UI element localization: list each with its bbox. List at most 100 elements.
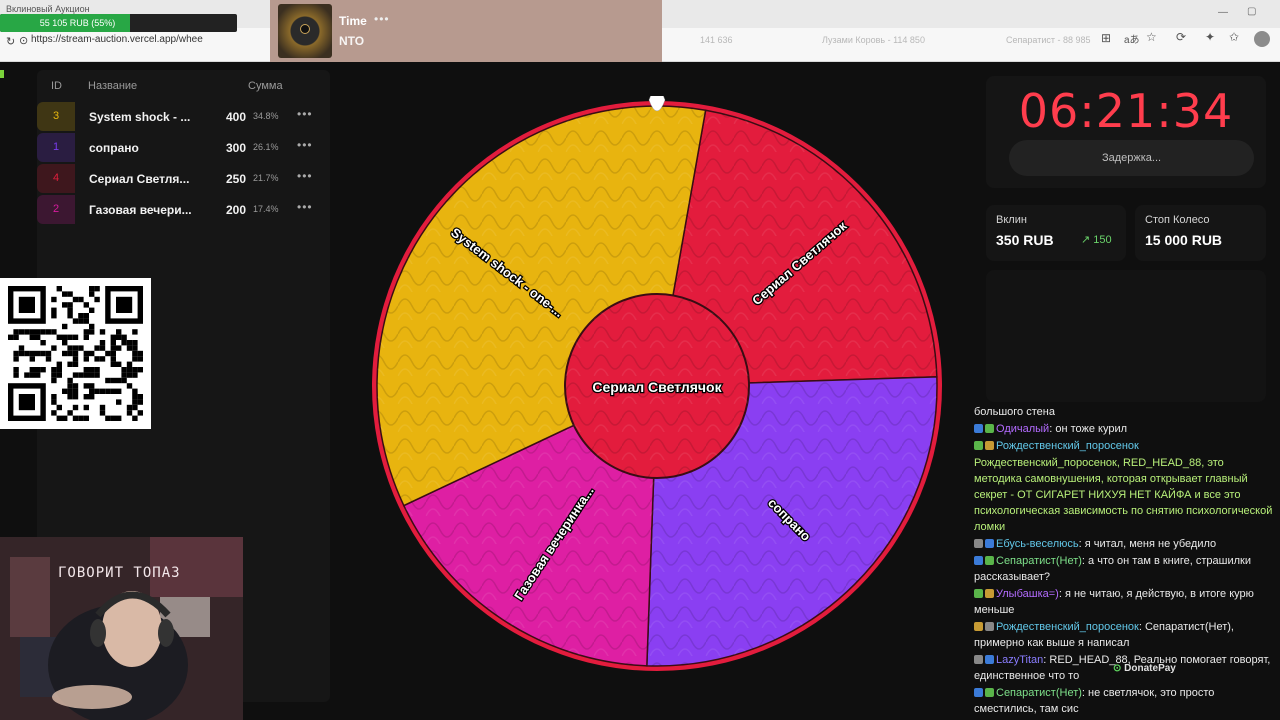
row-percent: 34.8% — [253, 111, 279, 121]
maximize-icon[interactable]: ▢ — [1247, 6, 1256, 17]
donatepay-text: DonatePay — [1124, 663, 1176, 674]
chat-message: Ебусь-веселюсь: я читал, меня не убедило — [974, 536, 1274, 552]
favorites-icon[interactable]: ✩ — [1229, 30, 1239, 44]
chat-badge-icon — [985, 424, 994, 433]
chat-username[interactable]: Одичалый — [996, 423, 1049, 435]
chat-text: Рождественский_поросенок, RED_HEAD_88, э… — [974, 457, 1273, 533]
auction-progress-bar: 55 105 RUB (55%) — [0, 14, 237, 32]
chat-badge-icon — [974, 424, 983, 433]
chat-badge-icon — [985, 688, 994, 697]
star-icon[interactable]: ☆ — [1146, 30, 1157, 44]
row-amount: 200 — [226, 203, 247, 217]
row-amount: 250 — [226, 172, 247, 186]
column-header-id: ID — [51, 80, 62, 92]
column-header-sum: Сумма — [248, 80, 283, 92]
reload-icon[interactable]: ↻ — [6, 35, 15, 48]
chat-badge-icon — [985, 589, 994, 598]
trend-up-icon: ↗ — [1081, 234, 1091, 246]
more-options-icon[interactable]: ••• — [374, 12, 390, 26]
stop-wheel-label: Стоп Колесо — [1145, 214, 1210, 226]
row-id: 2 — [37, 195, 75, 224]
vklin-increment-value: 150 — [1093, 234, 1112, 246]
grid-icon[interactable]: ⊞ — [1101, 31, 1111, 45]
chat-username[interactable]: Ебусь-веселюсь — [996, 538, 1079, 550]
donatepay-label: ⊙ DonatePay — [1113, 663, 1176, 674]
chat-message: Сепаратист(Нет): а что он там в книге, с… — [974, 553, 1274, 585]
chat-badge-icon — [985, 539, 994, 548]
refresh-circle-icon[interactable]: ⟳ — [1176, 30, 1186, 44]
stop-wheel-value: 15 000 RUB — [1145, 232, 1223, 248]
row-name: сопрано — [89, 141, 139, 155]
ghost-text-3: Сепаратист - 88 985 — [1006, 35, 1091, 45]
column-header-name: Название — [88, 80, 138, 92]
countdown-timer: 06:21:34 — [1018, 84, 1234, 138]
table-row[interactable]: 1 сопрано 300 26.1% ••• — [37, 133, 330, 162]
row-percent: 21.7% — [253, 173, 279, 183]
chat-message: Рождественский_поросенок, RED_HEAD_88, э… — [974, 455, 1274, 535]
table-row[interactable]: 3 System shock - ... 400 34.8% ••• — [37, 102, 330, 131]
vklin-value: 350 RUB — [996, 232, 1054, 248]
chat-message: Одичалый: он тоже курил — [974, 421, 1274, 437]
vklin-card: Вклин 350 RUB ↗ 150 — [986, 205, 1126, 261]
chat-badge-icon — [974, 539, 983, 548]
row-name: Газовая вечери... — [89, 203, 192, 217]
row-id: 3 — [37, 102, 75, 131]
chat-badge-icon — [974, 688, 983, 697]
donatepay-icon: ⊙ — [1113, 663, 1122, 674]
chat-message: Сепаратист(Нет): не светлячок, это прост… — [974, 685, 1274, 717]
row-amount: 300 — [226, 141, 247, 155]
wheel-container: Сериал Светлячок сопрано Газовая вечеринка… — [370, 79, 946, 676]
chat-username[interactable]: Рождественский_поросенок — [996, 621, 1139, 633]
empty-panel — [986, 270, 1266, 402]
vklin-label: Вклин — [996, 214, 1027, 226]
row-more-icon[interactable]: ••• — [297, 107, 313, 121]
chat-username[interactable]: LazyTitan — [996, 654, 1043, 666]
row-more-icon[interactable]: ••• — [297, 200, 313, 214]
chat-username[interactable]: Сепаратист(Нет) — [996, 555, 1082, 567]
vklin-increment: ↗ 150 — [1081, 233, 1112, 246]
chat-message: Рождественский_поросенок: Сепаратист(Нет… — [974, 619, 1274, 651]
chat-message: Рождественский_поросенок — [974, 438, 1274, 454]
table-row[interactable]: 4 Сериал Светля... 250 21.7% ••• — [37, 164, 330, 193]
track-title: Time — [339, 14, 367, 28]
table-row[interactable]: 2 Газовая вечери... 200 17.4% ••• — [37, 195, 330, 224]
row-name: Сериал Светля... — [89, 172, 190, 186]
chat-badge-icon — [974, 622, 983, 631]
url-field[interactable]: https://stream-auction.vercel.app/whee — [31, 34, 203, 45]
chat-text: большого стена — [974, 406, 1055, 418]
profile-avatar[interactable] — [1254, 31, 1270, 47]
chat-username[interactable]: Рождественский_поросенок — [996, 440, 1139, 452]
chat-text: я читал, меня не убедило — [1084, 538, 1217, 550]
row-more-icon[interactable]: ••• — [297, 169, 313, 183]
translate-icon[interactable]: aあ — [1124, 31, 1140, 46]
chat-badge-icon — [985, 441, 994, 450]
chat-badge-icon — [985, 622, 994, 631]
tab-title[interactable]: Вклиновый Аукцион — [6, 4, 90, 14]
chat-badge-icon — [974, 556, 983, 565]
chat-badge-icon — [974, 589, 983, 598]
status-indicator — [0, 70, 4, 78]
stop-wheel-card: Стоп Колесо 15 000 RUB — [1135, 205, 1266, 261]
auction-progress-text: 55 105 RUB (55%) — [39, 18, 116, 28]
chat-badge-icon — [974, 441, 983, 450]
row-amount: 400 — [226, 110, 247, 124]
delay-button[interactable]: Задержка... — [1009, 140, 1254, 176]
chat-message: Улыбашка=): я не читаю, я действую, в ит… — [974, 586, 1274, 618]
track-artist: NTO — [339, 34, 365, 48]
chat-message: большого стена — [974, 404, 1274, 420]
extension-icon[interactable]: ✦ — [1205, 30, 1215, 44]
chat-badge-icon — [985, 556, 994, 565]
row-percent: 26.1% — [253, 142, 279, 152]
chat-username[interactable]: Сепаратист(Нет) — [996, 687, 1082, 699]
qr-code — [0, 278, 151, 429]
minimize-icon[interactable]: — — [1218, 7, 1228, 18]
prize-wheel[interactable]: Сериал СветлячоксопраноГазовая вечеринка… — [370, 79, 946, 676]
row-percent: 17.4% — [253, 204, 279, 214]
webcam-overlay-text: ГОВОРИТ ТОПАЗ — [58, 565, 181, 581]
ghost-text-2: Лузами Коровь - 114 850 — [822, 35, 925, 45]
chat-username[interactable]: Улыбашка=) — [996, 588, 1059, 600]
row-more-icon[interactable]: ••• — [297, 138, 313, 152]
row-id: 4 — [37, 164, 75, 193]
album-cover — [278, 4, 332, 58]
chat-badge-icon — [974, 655, 983, 664]
